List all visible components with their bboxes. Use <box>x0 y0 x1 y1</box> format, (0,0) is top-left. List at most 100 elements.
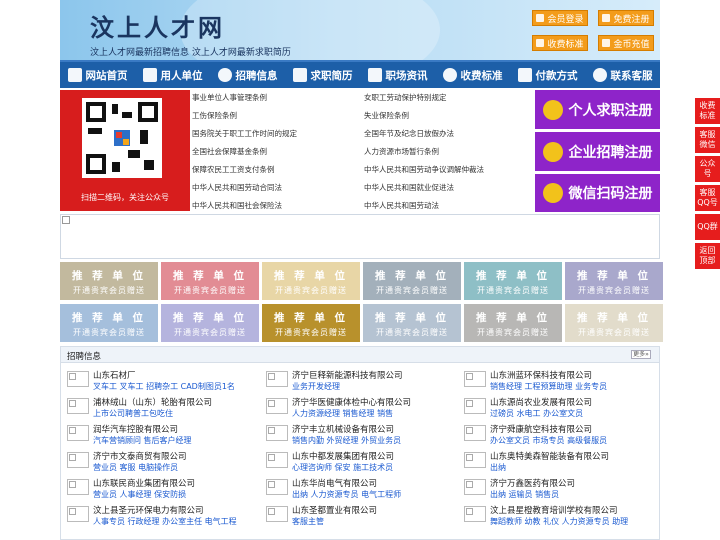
side-qq-service-button[interactable]: 客服QQ号 <box>695 185 720 211</box>
company-name[interactable]: 济宁丰立机械设备有限公司 <box>292 423 394 435</box>
law-link[interactable]: 事业单位人事管理条例 <box>192 92 267 103</box>
recommended-unit-tile[interactable]: 推 荐 单 位开通贵宾会员赠送 <box>161 304 259 342</box>
company-name[interactable]: 山东奥特美森智能装备有限公司 <box>490 450 609 462</box>
job-positions[interactable]: 人事专员 行政经理 办公室主任 电气工程 <box>93 516 237 527</box>
job-positions[interactable]: 出纳 人力资源专员 电气工程师 <box>292 489 401 500</box>
side-pricing-button[interactable]: 收费标准 <box>695 98 720 124</box>
company-name[interactable]: 济宁市文泰商贸有限公司 <box>93 450 187 462</box>
job-item[interactable]: 济宁市文泰商贸有限公司 营业员 客服 电脑操作员 <box>67 450 262 474</box>
company-name[interactable]: 山东中都发展集团有限公司 <box>292 450 394 462</box>
company-name[interactable]: 济宁华医健康体检中心有限公司 <box>292 396 411 408</box>
job-item[interactable]: 汶上县星橙教育培训学校有限公司 舞蹈教师 幼教 礼仪 人力资源专员 助理 <box>464 504 659 528</box>
recommended-unit-tile[interactable]: 推 荐 单 位开通贵宾会员赠送 <box>464 304 562 342</box>
nav-employers[interactable]: 用人单位 <box>135 68 210 83</box>
company-name[interactable]: 浦林绒山（山东）轮胎有限公司 <box>93 396 212 408</box>
company-name[interactable]: 山东石材厂 <box>93 369 136 381</box>
job-positions[interactable]: 客服主管 <box>292 516 324 527</box>
recommended-unit-tile[interactable]: 推 荐 单 位开通贵宾会员赠送 <box>161 262 259 300</box>
recommended-unit-tile[interactable]: 推 荐 单 位开通贵宾会员赠送 <box>565 262 663 300</box>
company-name[interactable]: 济宁万鑫医药有限公司 <box>490 477 575 489</box>
job-positions[interactable]: 销售内勤 外贸经理 外贸业务员 <box>292 435 401 446</box>
job-positions[interactable]: 出纳 运输员 销售员 <box>490 489 559 500</box>
company-name[interactable]: 山东联民商业集团有限公司 <box>93 477 195 489</box>
company-name[interactable]: 山东华尚电气有限公司 <box>292 477 377 489</box>
law-link[interactable]: 全国年节及纪念日放假办法 <box>364 128 454 139</box>
job-item[interactable]: 润华汽车控股有限公司 汽车营销顾问 售后客户经理 <box>67 423 262 447</box>
job-positions[interactable]: 业务开发经理 <box>292 381 340 392</box>
nav-contact[interactable]: 联系客服 <box>585 68 660 83</box>
job-positions[interactable]: 上市公司聘普工包吃住 <box>93 408 173 419</box>
job-positions[interactable]: 叉车工 叉车工 招聘杂工 CAD制图员1名 <box>93 381 235 392</box>
side-qq-group-button[interactable]: QQ群 <box>695 214 720 240</box>
nav-pricing[interactable]: 收费标准 <box>435 68 510 83</box>
law-link[interactable]: 人力资源市场暂行条例 <box>364 146 439 157</box>
law-link[interactable]: 中华人民共和国就业促进法 <box>364 182 454 193</box>
job-item[interactable]: 济宁万鑫医药有限公司 出纳 运输员 销售员 <box>464 477 659 501</box>
recommended-unit-tile[interactable]: 推 荐 单 位开通贵宾会员赠送 <box>60 304 158 342</box>
personal-register-button[interactable]: 个人求职注册 <box>535 90 660 129</box>
job-item[interactable]: 山东奥特美森智能装备有限公司 出纳 <box>464 450 659 474</box>
job-item[interactable]: 汶上县圣元环保电力有限公司 人事专员 行政经理 办公室主任 电气工程 <box>67 504 262 528</box>
law-link[interactable]: 工伤保险条例 <box>192 110 237 121</box>
recommended-unit-tile[interactable]: 推 荐 单 位开通贵宾会员赠送 <box>262 304 360 342</box>
law-link[interactable]: 保障农民工工资支付条例 <box>192 164 275 175</box>
nav-jobs[interactable]: 招聘信息 <box>210 68 285 83</box>
company-name[interactable]: 济宁巨释新能源科技有限公司 <box>292 369 403 381</box>
job-positions[interactable]: 心理咨询师 保安 施工技术员 <box>292 462 393 473</box>
law-link[interactable]: 中华人民共和国劳动法 <box>364 200 439 211</box>
company-name[interactable]: 润华汽车控股有限公司 <box>93 423 178 435</box>
company-name[interactable]: 汶上县星橙教育培训学校有限公司 <box>490 504 618 516</box>
nav-home[interactable]: 网站首页 <box>60 68 135 83</box>
job-item[interactable]: 浦林绒山（山东）轮胎有限公司 上市公司聘普工包吃住 <box>67 396 262 420</box>
back-to-top-button[interactable]: 返回顶部 <box>695 243 720 269</box>
company-name[interactable]: 汶上县圣元环保电力有限公司 <box>93 504 204 516</box>
side-official-account-button[interactable]: 公众号 <box>695 156 720 182</box>
job-positions[interactable]: 营业员 人事经理 保安防损 <box>93 489 186 500</box>
recommended-unit-tile[interactable]: 推 荐 单 位开通贵宾会员赠送 <box>262 262 360 300</box>
job-positions[interactable]: 营业员 客服 电脑操作员 <box>93 462 178 473</box>
job-positions[interactable]: 办公室文员 市场专员 高级餐服员 <box>490 435 607 446</box>
recommended-unit-tile[interactable]: 推 荐 单 位开通贵宾会员赠送 <box>363 304 461 342</box>
coin-recharge-button[interactable]: 金币充值 <box>598 35 654 51</box>
company-name[interactable]: 山东圣都置业有限公司 <box>292 504 377 516</box>
law-link[interactable]: 女职工劳动保护特别规定 <box>364 92 447 103</box>
pricing-button[interactable]: 收费标准 <box>532 35 588 51</box>
company-register-button[interactable]: 企业招聘注册 <box>535 132 660 171</box>
company-name[interactable]: 济宁舜康航空科技有限公司 <box>490 423 592 435</box>
law-link[interactable]: 国务院关于职工工作时间的规定 <box>192 128 297 139</box>
side-wechat-service-button[interactable]: 客服微信 <box>695 127 720 153</box>
job-positions[interactable]: 舞蹈教师 幼教 礼仪 人力资源专员 助理 <box>490 516 628 527</box>
job-positions[interactable]: 过磅员 水电工 办公室文员 <box>490 408 583 419</box>
company-name[interactable]: 山东源尚农业发展有限公司 <box>490 396 592 408</box>
nav-payment[interactable]: 付款方式 <box>510 68 585 83</box>
job-item[interactable]: 山东石材厂 叉车工 叉车工 招聘杂工 CAD制图员1名 <box>67 369 262 393</box>
job-positions[interactable]: 人力资源经理 销售经理 销售 <box>292 408 393 419</box>
job-item[interactable]: 山东洲蓝环保科技有限公司 销售经理 工程预算助理 业务专员 <box>464 369 659 393</box>
job-item[interactable]: 山东中都发展集团有限公司 心理咨询师 保安 施工技术员 <box>266 450 461 474</box>
law-link[interactable]: 失业保险条例 <box>364 110 409 121</box>
job-item[interactable]: 山东联民商业集团有限公司 营业员 人事经理 保安防损 <box>67 477 262 501</box>
wechat-register-button[interactable]: 微信扫码注册 <box>535 174 660 212</box>
job-item[interactable]: 山东圣都置业有限公司 客服主管 <box>266 504 461 528</box>
job-item[interactable]: 济宁丰立机械设备有限公司 销售内勤 外贸经理 外贸业务员 <box>266 423 461 447</box>
law-link[interactable]: 中华人民共和国劳动争议调解仲裁法 <box>364 164 484 175</box>
recommended-unit-tile[interactable]: 推 荐 单 位开通贵宾会员赠送 <box>363 262 461 300</box>
recommended-unit-tile[interactable]: 推 荐 单 位开通贵宾会员赠送 <box>565 304 663 342</box>
job-item[interactable]: 山东源尚农业发展有限公司 过磅员 水电工 办公室文员 <box>464 396 659 420</box>
recommended-unit-tile[interactable]: 推 荐 单 位开通贵宾会员赠送 <box>60 262 158 300</box>
job-positions[interactable]: 汽车营销顾问 售后客户经理 <box>93 435 192 446</box>
law-link[interactable]: 中华人民共和国社会保险法 <box>192 200 282 211</box>
ad-banner[interactable] <box>60 214 660 259</box>
company-name[interactable]: 山东洲蓝环保科技有限公司 <box>490 369 592 381</box>
register-button[interactable]: 免费注册 <box>598 10 654 26</box>
more-link[interactable]: 更多» <box>631 350 651 359</box>
nav-news[interactable]: 职场资讯 <box>360 68 435 83</box>
job-item[interactable]: 山东华尚电气有限公司 出纳 人力资源专员 电气工程师 <box>266 477 461 501</box>
job-item[interactable]: 济宁华医健康体检中心有限公司 人力资源经理 销售经理 销售 <box>266 396 461 420</box>
login-button[interactable]: 会员登录 <box>532 10 588 26</box>
nav-resumes[interactable]: 求职简历 <box>285 68 360 83</box>
recommended-unit-tile[interactable]: 推 荐 单 位开通贵宾会员赠送 <box>464 262 562 300</box>
law-link[interactable]: 全国社会保障基金条例 <box>192 146 267 157</box>
job-positions[interactable]: 销售经理 工程预算助理 业务专员 <box>490 381 607 392</box>
job-item[interactable]: 济宁舜康航空科技有限公司 办公室文员 市场专员 高级餐服员 <box>464 423 659 447</box>
